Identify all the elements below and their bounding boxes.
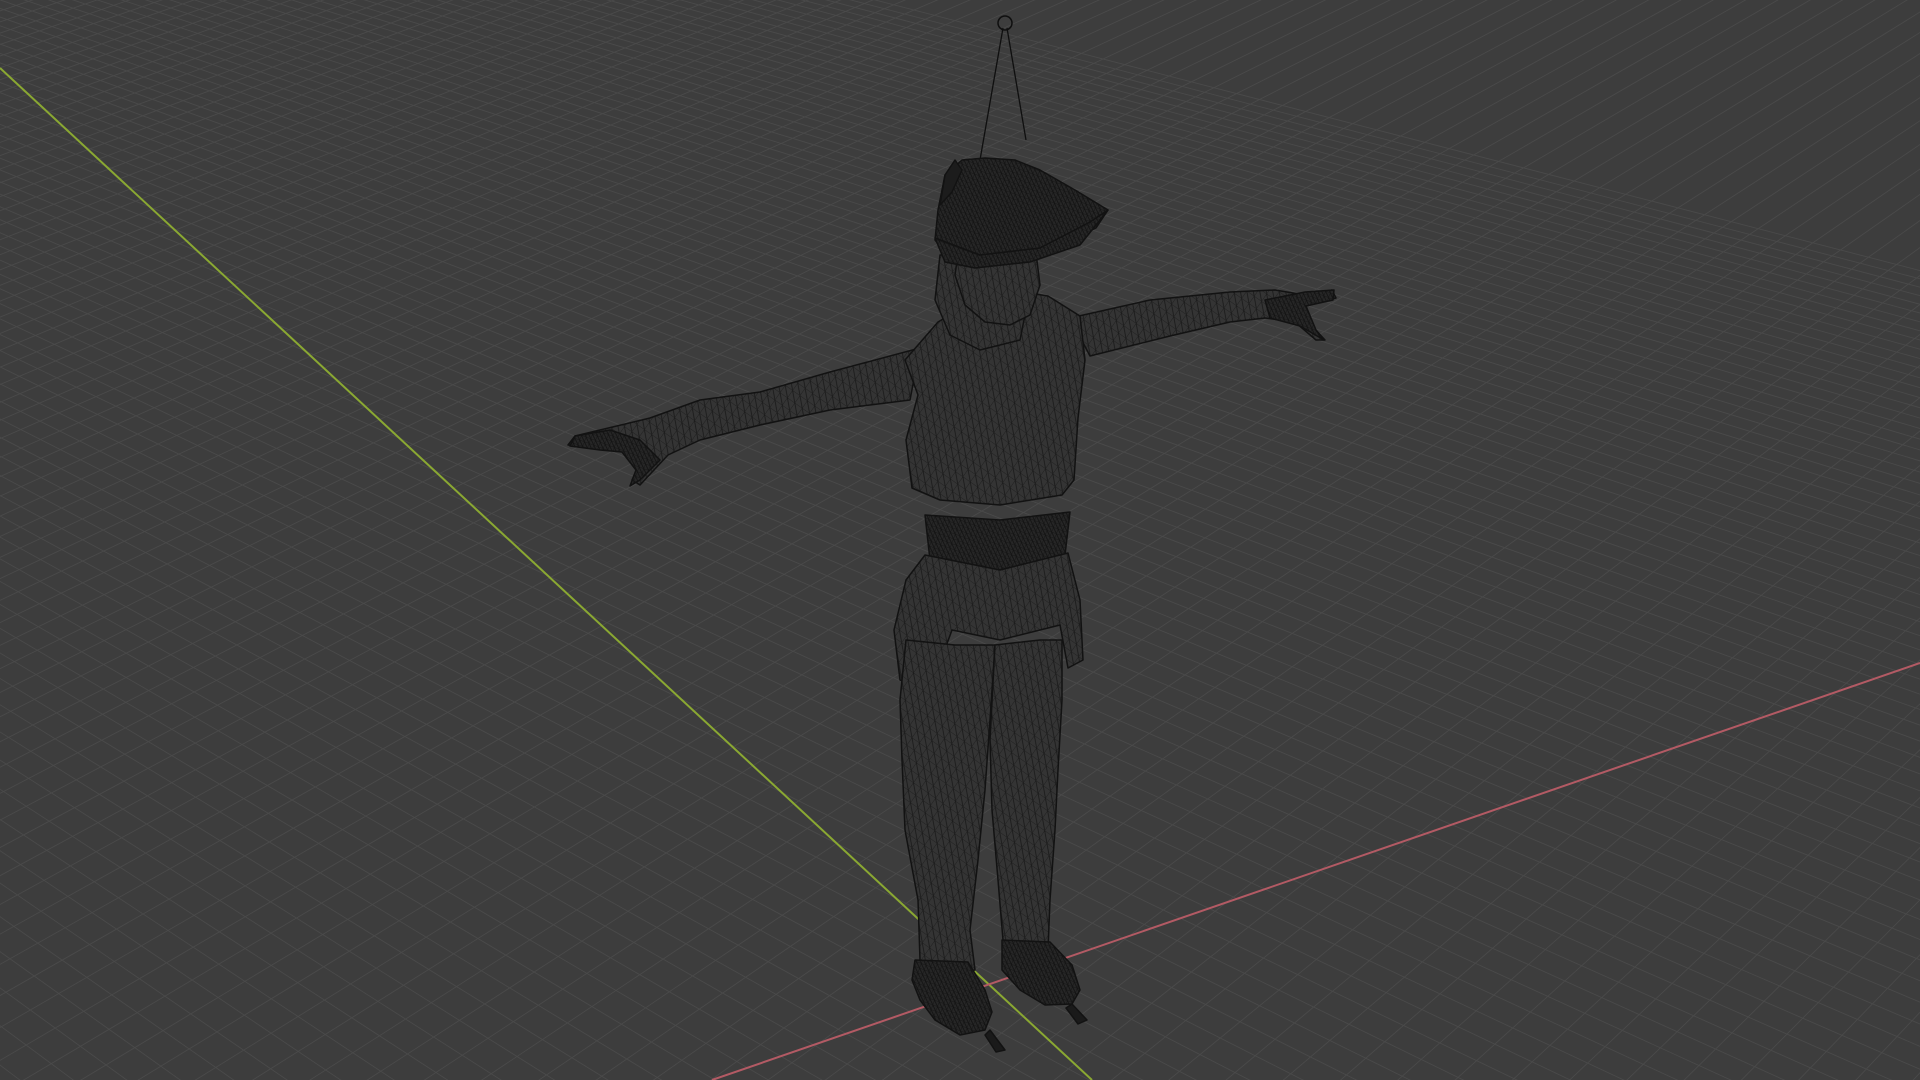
3d-viewport[interactable]: [0, 0, 1920, 1080]
viewport-canvas[interactable]: [0, 0, 1920, 1080]
